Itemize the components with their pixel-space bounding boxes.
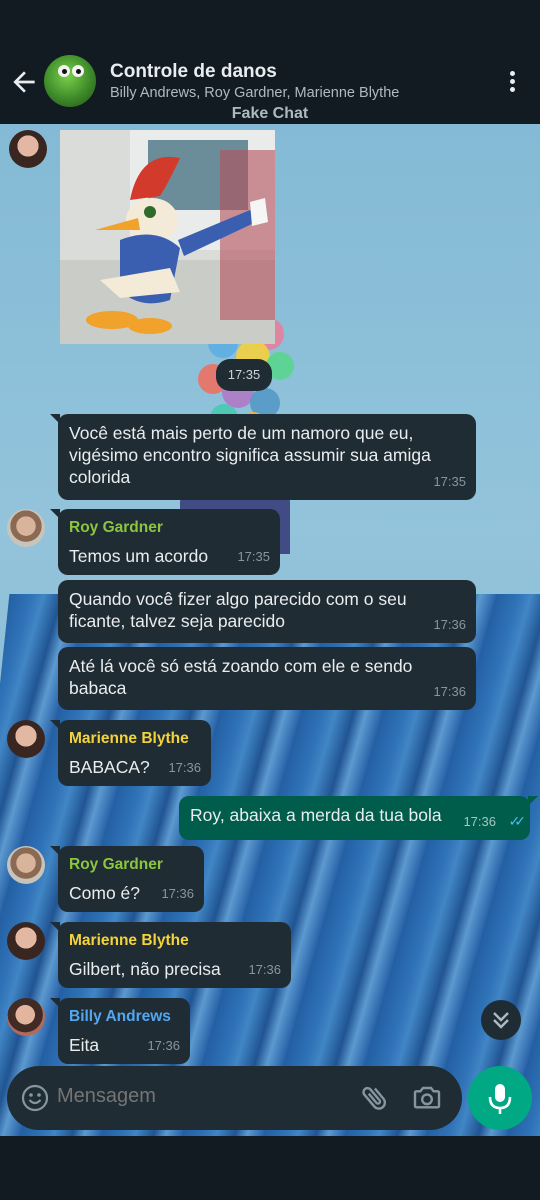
message-time: 17:35 [237,549,270,564]
message-bubble[interactable]: Você está mais perto de um namoro que eu… [50,414,476,500]
mic-button[interactable] [468,1066,532,1130]
bottom-bar [0,1136,540,1200]
message-text: Quando você fizer algo parecido com o se… [69,589,407,631]
message-text: Eita [69,1035,100,1055]
sender-name[interactable]: Roy Gardner [69,854,194,876]
avatar[interactable] [9,130,47,168]
avatar[interactable] [7,846,45,884]
image-message[interactable] [60,130,275,344]
emoji-icon[interactable] [21,1084,49,1112]
message-text: Como é? [69,883,141,903]
message-text: Até lá você só está zoando com ele e sen… [69,656,413,698]
more-vert-icon[interactable] [500,68,524,100]
message-time: 17:36 [147,1038,180,1053]
message-time: 17:36 [433,617,466,632]
avatar[interactable] [7,998,45,1036]
message-text: Gilbert, não precisa [69,959,221,979]
message-bubble[interactable]: Roy Gardner Temos um acordo 17:35 [50,509,280,575]
message-time: 17:36 [433,684,466,699]
status-bar [0,0,540,48]
chevron-double-down-icon [493,1012,509,1029]
group-title[interactable]: Controle de danos [110,61,277,83]
message-composer[interactable] [7,1066,462,1130]
back-arrow-icon[interactable] [8,66,40,98]
chat-header: Controle de danos Billy Andrews, Roy Gar… [0,48,540,124]
message-time: 17:36 [161,886,194,901]
sender-name[interactable]: Marienne Blythe [69,728,201,750]
avatar[interactable] [7,720,45,758]
group-avatar[interactable] [44,55,96,107]
message-text: Roy, abaixa a merda da tua bola [190,805,442,825]
message-bubble[interactable]: Roy Gardner Como é? 17:36 [50,846,204,912]
message-bubble[interactable]: Quando você fizer algo parecido com o se… [58,580,476,643]
message-bubble[interactable]: Billy Andrews Eita 17:36 [50,998,190,1064]
sender-name[interactable]: Roy Gardner [69,517,270,539]
message-text: BABACA? [69,757,150,777]
message-time: 17:36 [248,962,281,977]
camera-icon[interactable] [411,1082,443,1114]
message-bubble[interactable]: Até lá você só está zoando com ele e sen… [58,647,476,710]
message-bubble[interactable]: Marienne Blythe BABACA? 17:36 [50,720,211,786]
scroll-down-button[interactable] [481,1000,521,1040]
sender-name[interactable]: Marienne Blythe [69,930,281,952]
fake-chat-label: Fake Chat [231,105,309,122]
message-text: Temos um acordo [69,546,209,566]
chat-area[interactable]: 17:35 Você está mais perto de um namoro … [0,124,540,1136]
mic-icon [488,1084,512,1114]
avatar[interactable] [7,922,45,960]
message-time: 17:36 [463,814,496,829]
double-check-icon: ✓✓ [508,813,527,829]
group-members[interactable]: Billy Andrews, Roy Gardner, Marienne Bly… [110,85,399,101]
avatar[interactable] [7,509,45,547]
message-text: Você está mais perto de um namoro que eu… [69,423,431,487]
message-time: 17:36 [168,760,201,775]
sender-name[interactable]: Billy Andrews [69,1006,180,1028]
attach-icon[interactable] [359,1082,391,1114]
message-bubble[interactable]: Marienne Blythe Gilbert, não precisa 17:… [50,922,291,988]
image-timestamp: 17:35 [216,359,272,391]
message-bubble-outgoing[interactable]: Roy, abaixa a merda da tua bola 17:36 ✓✓ [179,796,538,840]
message-input[interactable] [57,1085,337,1108]
message-time: 17:35 [433,474,466,489]
